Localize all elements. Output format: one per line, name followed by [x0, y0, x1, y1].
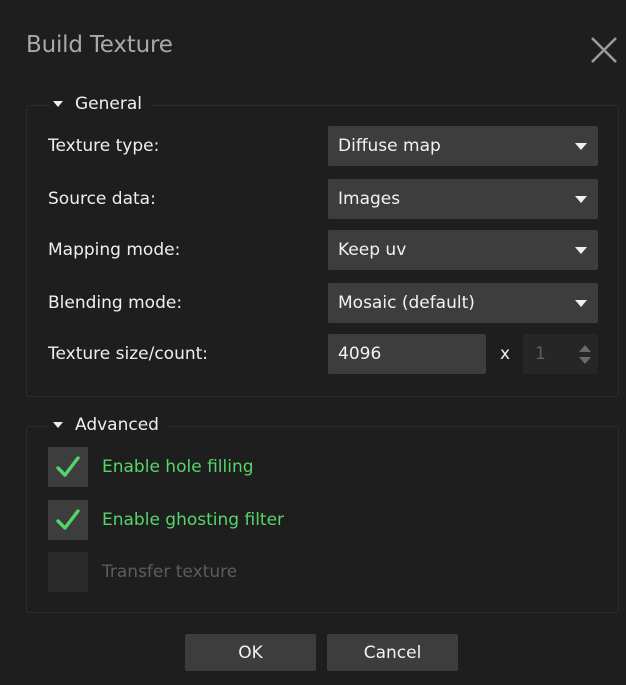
mapping-mode-select[interactable]: Keep uv — [328, 230, 598, 270]
texture-count-value: 1 — [535, 344, 546, 364]
transfer-texture-checkbox — [48, 552, 88, 592]
close-icon[interactable] — [588, 34, 620, 66]
dropdown-arrow-icon — [575, 300, 587, 307]
checkmark-icon — [56, 509, 80, 530]
advanced-legend-toggle[interactable]: Advanced — [49, 415, 167, 435]
times-label: x — [500, 344, 511, 364]
transfer-texture-label: Transfer texture — [102, 562, 238, 582]
hole-filling-checkbox[interactable] — [48, 447, 88, 487]
mapping-mode-row: Mapping mode: Keep uv — [48, 230, 598, 270]
mapping-mode-label: Mapping mode: — [48, 240, 181, 260]
dropdown-arrow-icon — [575, 247, 587, 254]
ghosting-filter-label: Enable ghosting filter — [102, 510, 285, 530]
texture-size-input[interactable] — [328, 334, 486, 374]
general-legend-toggle[interactable]: General — [49, 94, 150, 114]
texture-type-value: Diffuse map — [338, 136, 441, 156]
general-legend-label: General — [75, 94, 142, 114]
spin-up-icon[interactable] — [579, 345, 591, 352]
expand-triangle-icon — [53, 422, 63, 428]
expand-triangle-icon — [53, 101, 63, 107]
spin-down-icon[interactable] — [579, 357, 591, 364]
texture-type-select[interactable]: Diffuse map — [328, 126, 598, 166]
texture-type-label: Texture type: — [48, 136, 160, 156]
texture-size-label: Texture size/count: — [48, 344, 209, 364]
cancel-button[interactable]: Cancel — [327, 634, 458, 671]
ok-button[interactable]: OK — [185, 634, 316, 671]
source-data-row: Source data: Images — [48, 179, 598, 219]
source-data-label: Source data: — [48, 189, 156, 209]
source-data-value: Images — [338, 189, 401, 209]
source-data-select[interactable]: Images — [328, 179, 598, 219]
mapping-mode-value: Keep uv — [338, 240, 407, 260]
dropdown-arrow-icon — [575, 196, 587, 203]
dropdown-arrow-icon — [575, 143, 587, 150]
ghosting-filter-option[interactable]: Enable ghosting filter — [48, 500, 448, 540]
texture-count-spinbox[interactable]: 1 — [523, 334, 598, 374]
transfer-texture-option: Transfer texture — [48, 552, 448, 592]
texture-size-row: Texture size/count: x 1 — [48, 334, 598, 374]
hole-filling-option[interactable]: Enable hole filling — [48, 447, 448, 487]
blending-mode-label: Blending mode: — [48, 293, 183, 313]
checkmark-icon — [56, 456, 80, 477]
blending-mode-select[interactable]: Mosaic (default) — [328, 283, 598, 323]
hole-filling-label: Enable hole filling — [102, 457, 254, 477]
blending-mode-value: Mosaic (default) — [338, 293, 475, 313]
build-texture-dialog: Build Texture General Texture type: Diff… — [0, 0, 626, 685]
dialog-title: Build Texture — [26, 32, 173, 58]
ghosting-filter-checkbox[interactable] — [48, 500, 88, 540]
advanced-legend-label: Advanced — [75, 415, 159, 435]
texture-type-row: Texture type: Diffuse map — [48, 126, 598, 166]
blending-mode-row: Blending mode: Mosaic (default) — [48, 283, 598, 323]
